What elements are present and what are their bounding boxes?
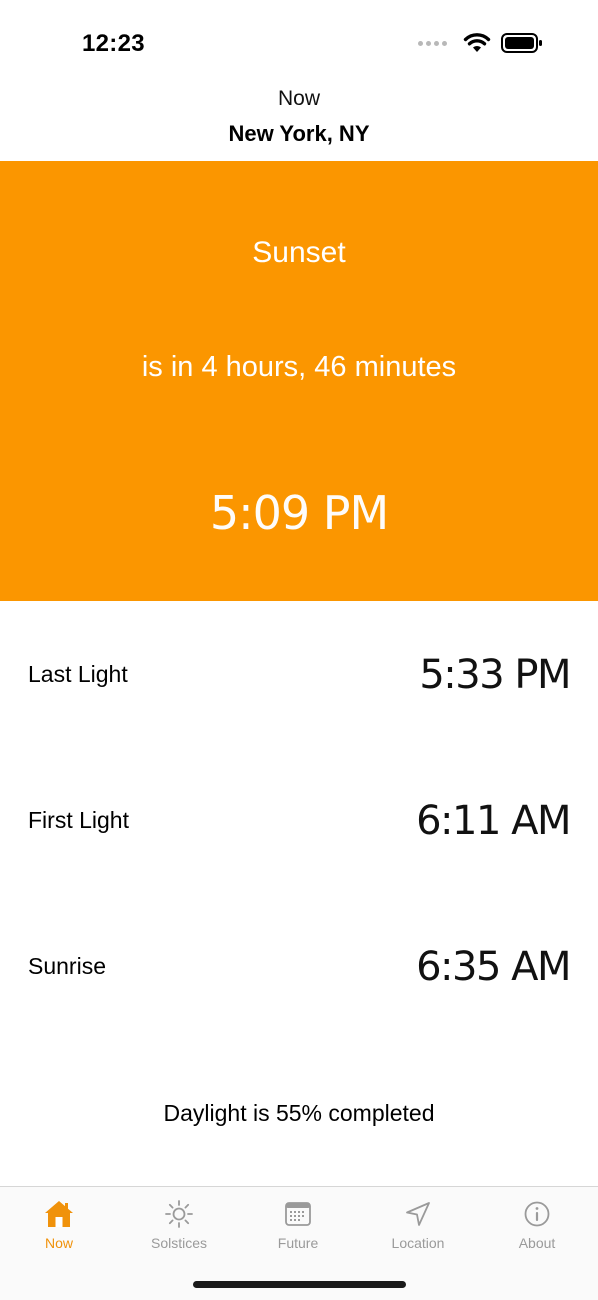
tab-now[interactable]: Now	[4, 1197, 114, 1251]
battery-icon	[501, 33, 542, 53]
tab-label: Solstices	[150, 1235, 208, 1251]
status-time: 12:23	[82, 30, 145, 57]
daylight-progress-text: Daylight is 55% completed	[163, 1100, 435, 1126]
next-event-countdown: is in 4 hours, 46 minutes	[141, 351, 457, 383]
screen: 12:23 Now New York, NY Sunset is in 4 ho…	[0, 0, 598, 1300]
sun-icon	[165, 1200, 193, 1228]
event-time: 5:33 PM	[419, 652, 571, 698]
tab-location[interactable]: Location	[363, 1197, 473, 1251]
location-title: New York, NY	[228, 121, 370, 146]
location-arrow-icon	[406, 1202, 430, 1226]
event-time: 6:11 AM	[416, 798, 571, 844]
tab-label: Future	[277, 1235, 319, 1251]
calendar-icon	[285, 1202, 311, 1226]
tab-label: Now	[44, 1235, 73, 1251]
next-event-time: 5:09 PM	[209, 486, 389, 540]
page-title: Now	[277, 87, 320, 110]
event-time: 6:35 AM	[416, 944, 571, 990]
tab-solstices[interactable]: Solstices	[124, 1197, 234, 1251]
tab-label: About	[518, 1235, 556, 1251]
tab-about[interactable]: About	[482, 1197, 592, 1251]
tab-future[interactable]: Future	[243, 1197, 353, 1251]
tab-label: Location	[391, 1235, 445, 1251]
list-item: Last Light 5:33 PM	[0, 645, 598, 705]
next-event-card: Sunset is in 4 hours, 46 minutes 5:09 PM	[0, 161, 598, 601]
event-label: Sunrise	[28, 953, 106, 979]
next-event-name: Sunset	[252, 236, 346, 269]
cellular-signal-icon	[418, 40, 447, 46]
status-icons	[418, 32, 543, 54]
event-label: Last Light	[28, 661, 128, 687]
home-indicator[interactable]	[193, 1281, 406, 1288]
event-label: First Light	[28, 807, 129, 833]
house-icon	[45, 1201, 73, 1227]
status-bar: 12:23	[0, 0, 598, 80]
list-item: Sunrise 6:35 AM	[0, 937, 598, 997]
wifi-icon	[463, 33, 491, 52]
info-icon	[524, 1201, 550, 1227]
nav-header: Now New York, NY	[0, 84, 598, 150]
list-item: First Light 6:11 AM	[0, 791, 598, 851]
